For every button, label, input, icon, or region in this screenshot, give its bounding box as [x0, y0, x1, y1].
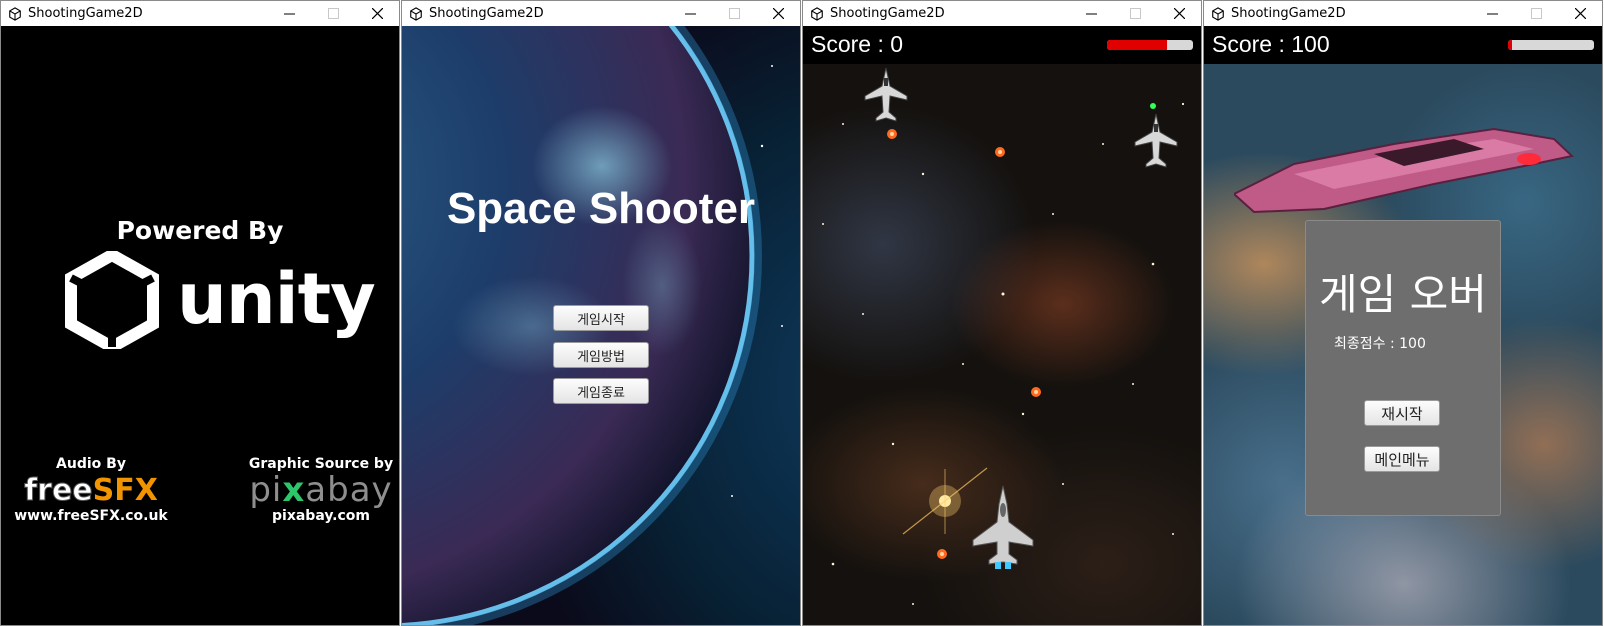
close-button[interactable] — [1558, 1, 1602, 26]
main-menu-screen: Space Shooter 게임시작 게임방법 게임종료 — [402, 26, 800, 625]
minimize-button[interactable] — [1470, 1, 1514, 26]
window-gameover: ShootingGame2D Score : 100 게임 오버 최종점수 : … — [1203, 0, 1603, 626]
splash-screen: Powered By unity Audio By freeSFX www.fr… — [1, 26, 399, 625]
unity-wordmark: unity — [177, 258, 376, 340]
window-splash: ShootingGame2D Powered By unity Audio By… — [0, 0, 400, 626]
maximize-button[interactable] — [1113, 1, 1157, 26]
gameover-title: 게임 오버 — [1319, 270, 1487, 319]
close-button[interactable] — [355, 1, 399, 26]
unity-app-icon — [1212, 6, 1224, 21]
restart-button[interactable]: 재시작 — [1364, 400, 1440, 426]
main-menu-button[interactable]: 메인메뉴 — [1364, 446, 1440, 472]
window-gameplay: ShootingGame2D Score: 0 — [802, 0, 1202, 626]
pixabay-logo: pixabay — [249, 470, 393, 510]
health-bar-fill — [1508, 40, 1513, 50]
unity-app-icon — [9, 6, 21, 21]
window-menu: ShootingGame2D Space Shooter 게임시작 게임방법 게… — [401, 0, 801, 626]
audio-by-label: Audio By — [56, 456, 126, 472]
title-bar[interactable]: ShootingGame2D — [803, 1, 1201, 26]
quit-game-button[interactable]: 게임종료 — [553, 378, 649, 404]
unity-app-icon — [811, 6, 823, 21]
freesfx-logo: freeSFX — [24, 473, 158, 508]
minimize-button[interactable] — [267, 1, 311, 26]
pixabay-url: pixabay.com — [272, 508, 370, 524]
start-game-button[interactable]: 게임시작 — [553, 305, 649, 331]
audio-credit: Audio By freeSFX www.freeSFX.co.uk — [11, 456, 171, 524]
window-title: ShootingGame2D — [429, 6, 544, 21]
window-title: ShootingGame2D — [1231, 6, 1346, 21]
player-jet-icon — [972, 485, 1034, 569]
gameover-panel: 게임 오버 최종점수 : 100 재시작 메인메뉴 — [1305, 220, 1501, 516]
final-score-label: 최종점수 : 100 — [1334, 336, 1426, 352]
minimize-button[interactable] — [1069, 1, 1113, 26]
title-bar[interactable]: ShootingGame2D — [1, 1, 399, 26]
score-label: Score : 100 — [1212, 31, 1330, 57]
window-title: ShootingGame2D — [830, 6, 945, 21]
unity-app-icon — [410, 6, 422, 21]
maximize-button[interactable] — [1514, 1, 1558, 26]
gameover-screen: Score : 100 게임 오버 최종점수 : 100 재시작 메인메뉴 — [1204, 26, 1602, 625]
window-title: ShootingGame2D — [28, 6, 143, 21]
gameplay-screen: Score : 0 — [803, 26, 1201, 625]
title-bar[interactable]: ShootingGame2D — [1204, 1, 1602, 26]
close-button[interactable] — [1157, 1, 1201, 26]
graphic-credit: Graphic Source by pixabay pixabay.com — [246, 456, 396, 524]
how-to-play-button[interactable]: 게임방법 — [553, 342, 649, 368]
powered-by-text: Powered By — [116, 216, 284, 245]
title-bar[interactable]: ShootingGame2D — [402, 1, 800, 26]
minimize-button[interactable] — [668, 1, 712, 26]
game-title: Space Shooter — [446, 184, 756, 233]
unity-logo-icon — [65, 251, 159, 349]
health-bar — [1508, 40, 1594, 50]
maximize-button[interactable] — [712, 1, 756, 26]
freesfx-url: www.freeSFX.co.uk — [14, 508, 168, 524]
boss-ship-icon — [1234, 127, 1574, 214]
close-button[interactable] — [756, 1, 800, 26]
hud-bar: Score : 100 — [1204, 26, 1602, 64]
maximize-button[interactable] — [311, 1, 355, 26]
